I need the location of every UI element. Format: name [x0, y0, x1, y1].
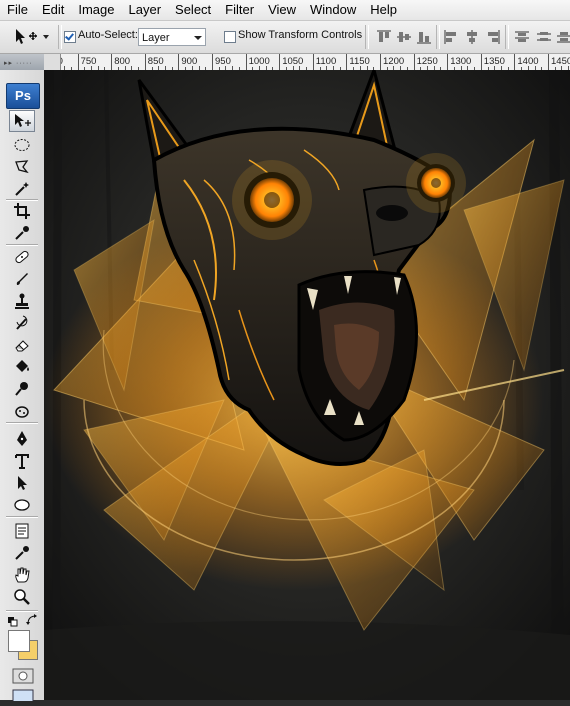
menu-filter[interactable]: Filter — [218, 0, 261, 20]
ruler-major-tick — [312, 54, 314, 70]
paint-bucket-tool-icon[interactable] — [9, 356, 35, 378]
menu-bar: File Edit Image Layer Select Filter View… — [0, 0, 570, 21]
photoshop-logo[interactable]: Ps — [6, 83, 40, 109]
menu-file[interactable]: File — [0, 0, 35, 20]
ruler-major-tick — [279, 54, 281, 70]
tool-preset-picker[interactable] — [12, 26, 52, 48]
horizontal-ruler[interactable]: 7007508008509009501000105011001150120012… — [44, 54, 570, 71]
clone-stamp-tool-icon[interactable] — [9, 290, 35, 312]
align-left-icon[interactable] — [444, 30, 460, 44]
menu-view[interactable]: View — [261, 0, 303, 20]
screen-mode-icon[interactable] — [12, 688, 34, 703]
show-transform-label: Show Transform Controls — [238, 29, 363, 41]
ellipse-tool-icon[interactable] — [9, 494, 35, 516]
brush-tool-icon[interactable] — [9, 268, 35, 290]
move-tool-preset-icon — [16, 29, 49, 44]
zoom-tool-icon[interactable] — [9, 586, 35, 608]
align-hcenter-icon[interactable] — [464, 30, 480, 44]
auto-select-dropdown[interactable]: Layer — [138, 28, 206, 46]
ruler-major-tick — [144, 54, 146, 70]
marquee-tool-icon[interactable] — [9, 134, 35, 156]
document-canvas[interactable] — [44, 70, 570, 700]
menu-layer[interactable]: Layer — [122, 0, 169, 20]
move-tool-icon[interactable] — [9, 110, 35, 132]
dodge-tool-icon[interactable] — [9, 378, 35, 400]
healing-brush-tool-icon[interactable] — [9, 246, 35, 268]
ruler-tick-label: 950 — [215, 56, 231, 67]
hand-tool-icon[interactable] — [9, 564, 35, 586]
auto-select-checkbox[interactable] — [64, 31, 76, 43]
tools-panel-header[interactable]: ▸▸ ····· — [0, 54, 44, 71]
menu-select[interactable]: Select — [168, 0, 218, 20]
auto-select-value: Layer — [142, 32, 170, 44]
eyedropper2-tool-icon[interactable] — [9, 542, 35, 564]
align-top-icon[interactable] — [376, 30, 392, 44]
ruler-major-tick — [245, 54, 247, 70]
panel-grip-icon: ▸▸ ····· — [4, 60, 33, 67]
quick-mask-icon[interactable] — [12, 668, 34, 684]
ruler-major-tick — [212, 54, 213, 70]
ruler-tick-label: 750 — [80, 56, 97, 67]
ruler-major-tick — [111, 54, 113, 70]
menu-image[interactable]: Image — [71, 0, 121, 20]
align-bottom-icon[interactable] — [416, 30, 432, 44]
options-bar: Auto-Select: Layer Show Transform Contro… — [0, 21, 570, 54]
lasso-tool-icon[interactable] — [9, 156, 35, 178]
sponge-tool-icon[interactable] — [9, 400, 35, 422]
crop-tool-icon[interactable] — [9, 200, 35, 222]
ruler-major-tick — [413, 54, 415, 70]
distribute-top-icon[interactable] — [514, 30, 530, 44]
type-tool-icon[interactable] — [9, 450, 35, 472]
path-selection-tool-icon[interactable] — [9, 472, 35, 494]
history-brush-tool-icon[interactable] — [9, 312, 35, 334]
chevron-down-icon — [194, 36, 202, 40]
show-transform-checkbox[interactable] — [224, 31, 236, 43]
ruler-origin[interactable] — [44, 54, 61, 71]
menu-edit[interactable]: Edit — [35, 0, 71, 20]
ruler-tick-label: 850 — [147, 56, 164, 67]
align-right-icon[interactable] — [484, 30, 500, 44]
ruler-major-tick — [178, 54, 180, 70]
auto-select-label: Auto-Select: — [78, 29, 138, 41]
ruler-major-tick — [346, 54, 348, 70]
artwork-image — [44, 70, 570, 700]
ruler-major-tick — [548, 54, 549, 70]
ruler-major-tick — [447, 54, 449, 70]
ruler-major-tick — [380, 54, 381, 70]
distribute-bottom-icon[interactable] — [556, 30, 570, 44]
ruler-major-tick — [77, 54, 79, 70]
ruler-major-tick — [514, 54, 516, 70]
menu-help[interactable]: Help — [363, 0, 404, 20]
eyedropper-tool-icon[interactable] — [9, 222, 35, 244]
distribute-vcenter-icon[interactable] — [536, 30, 552, 44]
magic-wand-tool-icon[interactable] — [9, 178, 35, 200]
foreground-color-swatch[interactable] — [8, 630, 30, 652]
align-vcenter-icon[interactable] — [396, 30, 412, 44]
default-colors-icon[interactable] — [8, 614, 18, 627]
pen-tool-icon[interactable] — [9, 428, 35, 450]
ruler-major-tick — [480, 54, 482, 70]
menu-window[interactable]: Window — [303, 0, 363, 20]
ruler-tick-label: 900 — [181, 56, 198, 67]
eraser-tool-icon[interactable] — [9, 334, 35, 356]
ruler-tick-label: 800 — [114, 56, 131, 67]
notes-tool-icon[interactable] — [9, 520, 35, 542]
swap-colors-icon[interactable] — [26, 613, 38, 625]
